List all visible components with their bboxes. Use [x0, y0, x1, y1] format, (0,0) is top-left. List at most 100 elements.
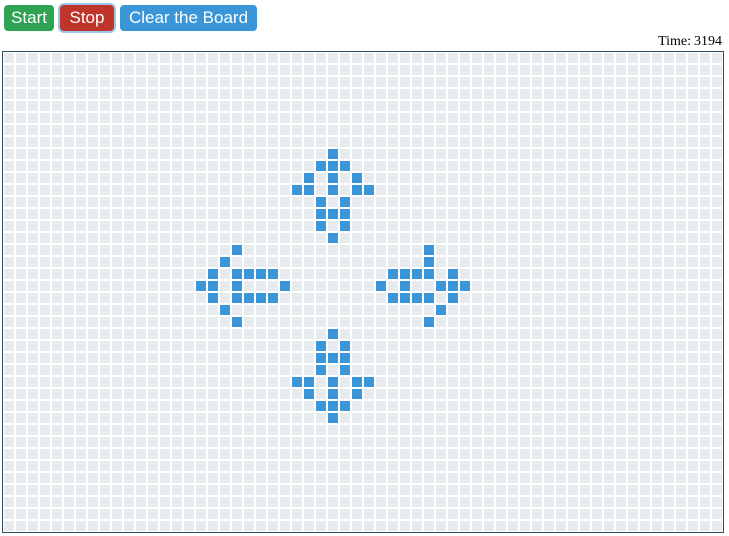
board-cell[interactable]: [76, 221, 86, 231]
board-cell[interactable]: [316, 149, 326, 159]
board-cell[interactable]: [160, 269, 170, 279]
board-cell[interactable]: [520, 317, 530, 327]
live-cell[interactable]: [328, 413, 338, 423]
board-cell[interactable]: [304, 509, 314, 519]
board-cell[interactable]: [76, 89, 86, 99]
board-cell[interactable]: [268, 377, 278, 387]
board-cell[interactable]: [16, 257, 26, 267]
board-cell[interactable]: [112, 65, 122, 75]
board-cell[interactable]: [328, 257, 338, 267]
board-cell[interactable]: [148, 257, 158, 267]
board-cell[interactable]: [412, 401, 422, 411]
board-cell[interactable]: [616, 509, 626, 519]
board-cell[interactable]: [676, 137, 686, 147]
board-cell[interactable]: [100, 257, 110, 267]
board-cell[interactable]: [556, 341, 566, 351]
board-cell[interactable]: [556, 245, 566, 255]
board-cell[interactable]: [256, 365, 266, 375]
board-cell[interactable]: [484, 125, 494, 135]
board-cell[interactable]: [388, 245, 398, 255]
board-cell[interactable]: [256, 353, 266, 363]
board-cell[interactable]: [4, 53, 14, 63]
board-cell[interactable]: [136, 233, 146, 243]
board-cell[interactable]: [4, 185, 14, 195]
board-cell[interactable]: [424, 221, 434, 231]
board-cell[interactable]: [124, 185, 134, 195]
board-cell[interactable]: [520, 329, 530, 339]
board-cell[interactable]: [388, 497, 398, 507]
board-cell[interactable]: [4, 77, 14, 87]
board-cell[interactable]: [40, 221, 50, 231]
board-cell[interactable]: [352, 65, 362, 75]
board-cell[interactable]: [28, 161, 38, 171]
board-cell[interactable]: [556, 233, 566, 243]
board-cell[interactable]: [460, 473, 470, 483]
board-cell[interactable]: [112, 497, 122, 507]
board-cell[interactable]: [196, 269, 206, 279]
board-cell[interactable]: [376, 497, 386, 507]
board-cell[interactable]: [472, 461, 482, 471]
board-cell[interactable]: [4, 197, 14, 207]
board-cell[interactable]: [604, 365, 614, 375]
board-cell[interactable]: [712, 389, 722, 399]
board-cell[interactable]: [16, 497, 26, 507]
board-cell[interactable]: [700, 305, 710, 315]
board-cell[interactable]: [268, 53, 278, 63]
board-cell[interactable]: [424, 509, 434, 519]
board-cell[interactable]: [328, 317, 338, 327]
board-cell[interactable]: [4, 125, 14, 135]
live-cell[interactable]: [232, 269, 242, 279]
board-cell[interactable]: [592, 485, 602, 495]
board-cell[interactable]: [172, 173, 182, 183]
board-cell[interactable]: [604, 401, 614, 411]
board-cell[interactable]: [220, 53, 230, 63]
board-cell[interactable]: [712, 113, 722, 123]
live-cell[interactable]: [304, 377, 314, 387]
board-cell[interactable]: [316, 257, 326, 267]
board-cell[interactable]: [88, 497, 98, 507]
board-cell[interactable]: [436, 329, 446, 339]
board-cell[interactable]: [100, 161, 110, 171]
board-cell[interactable]: [484, 389, 494, 399]
board-cell[interactable]: [604, 449, 614, 459]
board-cell[interactable]: [352, 149, 362, 159]
board-cell[interactable]: [376, 77, 386, 87]
board-cell[interactable]: [508, 413, 518, 423]
board-cell[interactable]: [652, 413, 662, 423]
board-cell[interactable]: [124, 401, 134, 411]
board-cell[interactable]: [544, 341, 554, 351]
board-cell[interactable]: [652, 221, 662, 231]
board-cell[interactable]: [232, 197, 242, 207]
board-cell[interactable]: [532, 197, 542, 207]
board-cell[interactable]: [220, 437, 230, 447]
board-cell[interactable]: [244, 389, 254, 399]
board-cell[interactable]: [520, 377, 530, 387]
board-cell[interactable]: [232, 413, 242, 423]
board-cell[interactable]: [412, 65, 422, 75]
board-cell[interactable]: [424, 341, 434, 351]
board-cell[interactable]: [352, 365, 362, 375]
board-cell[interactable]: [592, 89, 602, 99]
board-cell[interactable]: [328, 77, 338, 87]
board-cell[interactable]: [556, 305, 566, 315]
board-cell[interactable]: [340, 329, 350, 339]
board-cell[interactable]: [388, 209, 398, 219]
board-cell[interactable]: [652, 149, 662, 159]
board-cell[interactable]: [712, 317, 722, 327]
board-cell[interactable]: [16, 365, 26, 375]
board-cell[interactable]: [568, 161, 578, 171]
board-cell[interactable]: [352, 353, 362, 363]
board-cell[interactable]: [208, 245, 218, 255]
board-cell[interactable]: [688, 377, 698, 387]
board-cell[interactable]: [4, 233, 14, 243]
board-cell[interactable]: [16, 161, 26, 171]
board-cell[interactable]: [712, 329, 722, 339]
board-cell[interactable]: [640, 365, 650, 375]
board-cell[interactable]: [136, 137, 146, 147]
board-cell[interactable]: [100, 449, 110, 459]
board-cell[interactable]: [616, 269, 626, 279]
board-cell[interactable]: [448, 245, 458, 255]
board-cell[interactable]: [412, 377, 422, 387]
board-cell[interactable]: [76, 317, 86, 327]
board-cell[interactable]: [460, 77, 470, 87]
